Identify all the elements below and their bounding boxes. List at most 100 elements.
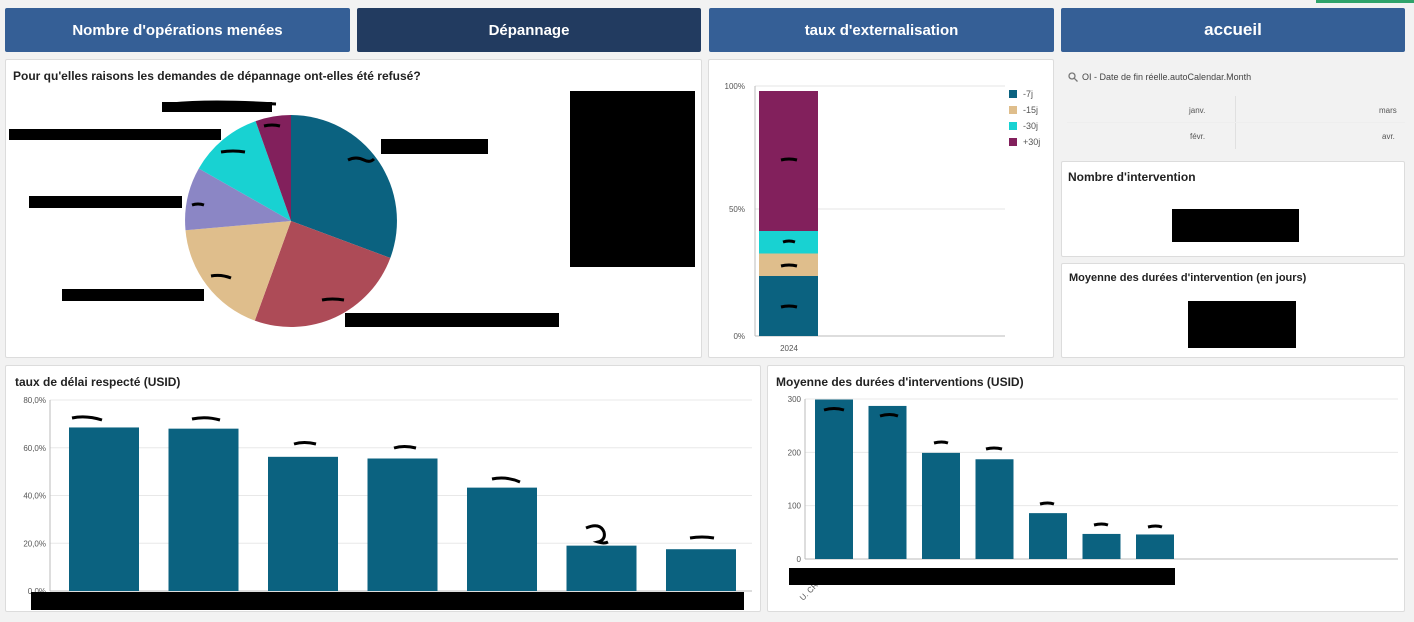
nav-button-accueil[interactable]: accueil — [1061, 8, 1405, 52]
stack-label-scribble — [782, 239, 796, 244]
stack-legend: -7j -15j -30j +30j — [1009, 86, 1040, 150]
filter-label: OI - Date de fin réelle.autoCalendar.Mon… — [1082, 72, 1252, 82]
legend-swatch — [1009, 138, 1017, 146]
legend-label: -7j — [1023, 89, 1034, 99]
filter-divider — [1067, 122, 1405, 123]
redacted-label — [9, 129, 221, 140]
kpi-title: Nombre d'intervention — [1068, 170, 1196, 184]
y-tick-label: 20,0% — [23, 539, 46, 548]
bar[interactable] — [868, 405, 907, 559]
bar[interactable] — [815, 399, 853, 559]
y-tick-label: 0 — [797, 555, 802, 564]
green-edge — [1316, 0, 1414, 3]
legend-item[interactable]: -30j — [1009, 118, 1040, 134]
pie-label-scribble — [220, 149, 246, 154]
redacted-label — [381, 139, 488, 154]
stack-label-scribble — [780, 263, 798, 268]
bar-label-scribble — [879, 413, 899, 418]
bar[interactable] — [69, 427, 139, 591]
bar-panel-duree: Moyenne des durées d'interventions (USID… — [767, 365, 1405, 612]
bar-label-scribble — [823, 407, 845, 412]
stack-ytick: 50% — [729, 205, 745, 214]
bar-chart-delai: 0,0%20,0%40,0%60,0%80,0% — [23, 396, 752, 596]
redacted-label — [162, 102, 272, 112]
bar[interactable] — [1029, 513, 1067, 559]
y-tick-label: 300 — [788, 395, 802, 404]
redacted-block — [570, 91, 695, 267]
stack-yticks: 100% 50% 0% — [725, 82, 745, 341]
pie-label-scribble — [263, 123, 281, 128]
bar[interactable] — [168, 428, 239, 591]
y-tick-label: 80,0% — [23, 396, 46, 405]
filter-month-mars[interactable]: mars — [1379, 106, 1397, 115]
legend-item[interactable]: +30j — [1009, 134, 1040, 150]
bar[interactable] — [975, 459, 1014, 559]
redacted-kpi-value — [1188, 301, 1296, 348]
pie-label-scribble — [191, 202, 205, 207]
bar[interactable] — [268, 456, 338, 591]
redacted-label — [29, 196, 182, 208]
legend-item[interactable]: -15j — [1009, 102, 1040, 118]
bar-label-scribble — [933, 440, 949, 445]
stack-xtick: 2024 — [780, 344, 798, 353]
redacted-axis-labels — [31, 592, 744, 610]
bar-label-scribble — [1147, 524, 1163, 529]
legend-swatch — [1009, 122, 1017, 130]
y-tick-label: 200 — [788, 448, 802, 457]
filter-grid: janv. mars févr. avr. — [1067, 96, 1405, 149]
bar-series — [815, 399, 1174, 559]
legend-item[interactable]: -7j — [1009, 86, 1040, 102]
bar-panel-delai: taux de délai respecté (USID) 0,0%20,0%4… — [5, 365, 761, 612]
bar[interactable] — [666, 549, 736, 591]
legend-label: -30j — [1023, 121, 1039, 131]
bar-label-scribble — [689, 535, 715, 540]
bar-label-scribble — [1093, 522, 1109, 527]
pie-label-scribble — [321, 297, 345, 302]
bar-label-scribble — [1039, 501, 1055, 506]
bar[interactable] — [367, 458, 438, 591]
redacted-label — [345, 313, 559, 327]
bar-label-scribble — [191, 416, 221, 422]
y-tick-label: 40,0% — [23, 492, 46, 501]
kpi-title: Moyenne des durées d'intervention (en jo… — [1069, 272, 1307, 284]
search-icon[interactable] — [1068, 72, 1078, 82]
bar-label-scribble — [491, 476, 521, 484]
stack-segment-3[interactable] — [759, 91, 818, 231]
filter-month-avr[interactable]: avr. — [1382, 132, 1395, 141]
redacted-axis-labels — [789, 568, 1175, 585]
bar-label-scribble — [985, 446, 1003, 451]
stack-label-scribble — [780, 304, 798, 309]
stacked-bar-panel: 100% 50% 0% 2024 -7j -15j -30j +30j — [708, 59, 1054, 358]
stack-bars — [759, 91, 818, 336]
legend-label: +30j — [1023, 137, 1041, 147]
bar-label-scribble — [585, 524, 609, 545]
legend-label: -15j — [1023, 105, 1039, 115]
bar[interactable] — [922, 452, 960, 559]
kpi-duree-moyenne: Moyenne des durées d'intervention (en jo… — [1061, 263, 1405, 358]
bar-series — [69, 427, 736, 591]
stack-label-scribble — [780, 157, 798, 162]
bar-label-scribble — [71, 415, 103, 422]
bar-label-scribble — [393, 445, 417, 450]
nav-button-operations[interactable]: Nombre d'opérations menées — [5, 8, 350, 52]
bar[interactable] — [1082, 533, 1121, 559]
filter-month-fevr[interactable]: févr. — [1190, 132, 1205, 141]
bar[interactable] — [1136, 534, 1174, 559]
y-tick-label: 100 — [788, 502, 802, 511]
legend-swatch — [1009, 106, 1017, 114]
nav-button-externalisation[interactable]: taux d'externalisation — [709, 8, 1054, 52]
legend-swatch — [1009, 90, 1017, 98]
month-filter[interactable]: OI - Date de fin réelle.autoCalendar.Mon… — [1061, 59, 1405, 155]
nav-button-depannage[interactable]: Dépannage — [357, 8, 701, 52]
bar-label-scribble — [293, 441, 317, 446]
bar[interactable] — [566, 545, 637, 591]
pie-panel: Pour qu'elles raisons les demandes de dé… — [5, 59, 702, 358]
redacted-kpi-value — [1172, 209, 1299, 242]
filter-month-janv[interactable]: janv. — [1189, 106, 1205, 115]
kpi-interventions: Nombre d'intervention — [1061, 161, 1405, 257]
stack-ytick: 0% — [733, 332, 745, 341]
bar[interactable] — [467, 487, 537, 591]
y-tick-label: 60,0% — [23, 444, 46, 453]
stack-ytick: 100% — [725, 82, 745, 91]
redacted-label — [62, 289, 204, 301]
